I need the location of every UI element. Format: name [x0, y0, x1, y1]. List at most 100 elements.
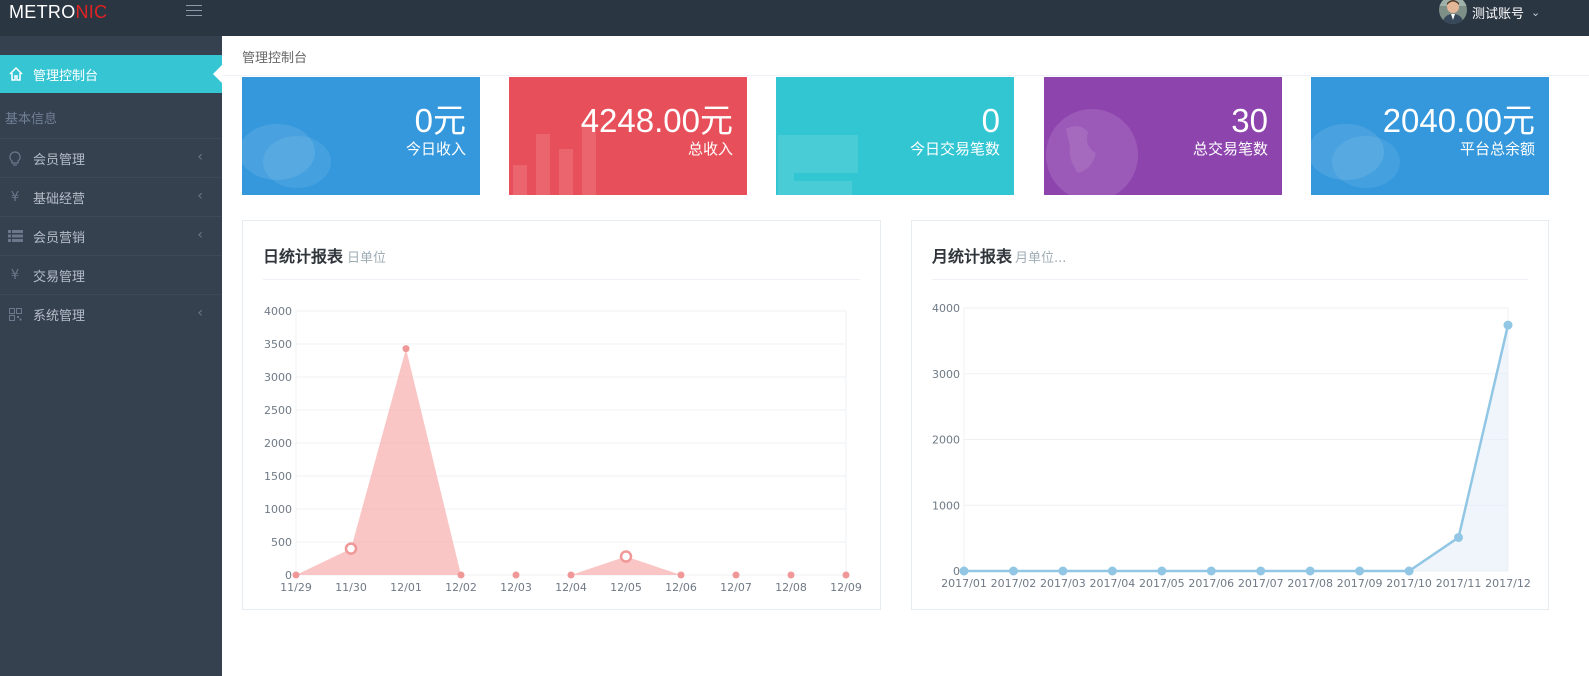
- x-tick-label: 12/02: [445, 581, 477, 594]
- sidebar-item-transactions[interactable]: ¥ 交易管理: [0, 255, 222, 294]
- sidebar-item-system[interactable]: 系统管理 ‹: [0, 294, 222, 333]
- username: 测试账号: [1472, 6, 1525, 22]
- top-navbar: METRONIC 测试账号 ⌄: [0, 0, 1589, 36]
- sidebar-item-label: 管理控制台: [33, 68, 99, 84]
- series-line: [964, 324, 1510, 573]
- stat-card-today-income[interactable]: 0元 今日收入: [242, 77, 480, 195]
- stat-number: 0: [981, 102, 1000, 139]
- stat-card-today-transactions[interactable]: 0 今日交易笔数: [776, 77, 1014, 195]
- data-point: [512, 571, 520, 579]
- x-tick-label: 2017/02: [991, 577, 1037, 590]
- data-point: [1256, 566, 1266, 576]
- y-tick-label: 1000: [264, 503, 292, 516]
- y-tick-label: 2000: [932, 434, 960, 447]
- daily-report-panel: 日统计报表 日单位 0 500 1000 1500 2000 2500 3000 3500 40…: [242, 220, 881, 610]
- y-tick-label: 500: [271, 536, 292, 549]
- x-tick-label: 12/05: [610, 581, 642, 594]
- sidebar-item-label: 系统管理: [33, 308, 86, 324]
- x-tick-label: 12/01: [390, 581, 422, 594]
- sidebar-item-members[interactable]: 会员管理 ‹: [0, 138, 222, 177]
- data-point: [1404, 566, 1414, 576]
- stat-card-platform-balance[interactable]: 2040.00元 平台总余额: [1311, 77, 1549, 195]
- y-tick-label: 3500: [264, 338, 292, 351]
- brand-logo[interactable]: METRONIC: [9, 2, 107, 23]
- y-tick-label: 3000: [264, 371, 292, 384]
- stat-label: 今日交易笔数: [909, 140, 1000, 158]
- stat-label: 平台总余额: [1459, 140, 1535, 158]
- home-icon: [9, 66, 23, 81]
- data-point: [1157, 566, 1167, 576]
- yen-icon: ¥: [10, 267, 20, 283]
- monthly-line-chart: 010002000300040002017/01 2017/02 2017/03 20…: [932, 302, 1531, 590]
- active-indicator: [213, 65, 222, 83]
- stat-label: 今日收入: [405, 140, 466, 158]
- page-bar: 管理控制台: [222, 36, 1589, 76]
- data-point: [402, 345, 410, 353]
- user-menu[interactable]: 测试账号 ⌄: [1439, 0, 1540, 24]
- data-point: [1503, 320, 1513, 330]
- shopping-cart-icon: [778, 135, 858, 195]
- x-tick-label: 2017/11: [1436, 577, 1482, 590]
- x-tick-label: 2017/08: [1287, 577, 1333, 590]
- stat-number: 2040.00元: [1382, 102, 1535, 139]
- sidebar-item-label: 交易管理: [33, 269, 86, 285]
- chevron-down-icon: ⌄: [1531, 5, 1541, 19]
- sidebar-item-basic-operations[interactable]: ¥ 基础经营 ‹: [0, 177, 222, 216]
- sidebar-heading: 基本信息: [5, 112, 58, 127]
- x-tick-label: 2017/07: [1238, 577, 1284, 590]
- series-area: [296, 348, 846, 575]
- y-tick-label: 1000: [932, 499, 960, 512]
- x-tick-label: 2017/12: [1485, 577, 1531, 590]
- sidebar-item-label: 会员营销: [33, 230, 86, 246]
- list-icon: [6, 230, 24, 242]
- data-point: [959, 566, 969, 576]
- data-point: [344, 542, 358, 555]
- data-point: [619, 550, 633, 563]
- y-tick-label: 2000: [264, 437, 292, 450]
- stat-number: 30: [1231, 102, 1268, 139]
- sidebar-item-member-marketing[interactable]: 会员营销 ‹: [0, 216, 222, 255]
- x-tick-label: 2017/10: [1386, 577, 1432, 590]
- stat-label: 总收入: [687, 140, 733, 158]
- breadcrumb[interactable]: 管理控制台: [242, 47, 307, 66]
- y-tick-label: 4000: [264, 305, 292, 318]
- series-area: [964, 325, 1508, 571]
- data-point: [677, 571, 685, 579]
- data-point: [1008, 566, 1018, 576]
- data-point: [732, 571, 740, 579]
- stat-number: 4248.00元: [580, 102, 733, 139]
- y-tick-label: 4000: [932, 302, 960, 315]
- lightbulb-icon: [6, 150, 24, 166]
- x-tick-label: 12/04: [555, 581, 587, 594]
- x-tick-label: 2017/09: [1337, 577, 1383, 590]
- monthly-report-panel: 月统计报表 月单位... 0 1000 2000 3000 4000 2017/01 201…: [911, 220, 1549, 610]
- stat-card-total-income[interactable]: 4248.00元 总收入: [509, 77, 747, 195]
- stat-card-total-transactions[interactable]: 30 总交易笔数: [1044, 77, 1282, 195]
- data-point: [1058, 566, 1068, 576]
- x-tick-label: 12/03: [500, 581, 532, 594]
- chevron-left-icon: ‹: [197, 188, 203, 204]
- y-tick-label: 2500: [264, 404, 292, 417]
- sidebar-item-label: 基础经营: [33, 191, 86, 207]
- data-point: [787, 571, 795, 579]
- y-tick-label: 3000: [932, 368, 960, 381]
- x-tick-label: 12/06: [665, 581, 697, 594]
- data-point: [1355, 566, 1365, 576]
- menu-toggle-icon[interactable]: [186, 5, 202, 17]
- chevron-left-icon: ‹: [197, 149, 203, 165]
- data-point: [842, 571, 850, 579]
- brand-logo-accent: NIC: [75, 2, 108, 22]
- qrcode-icon: [6, 307, 24, 321]
- yen-icon: ¥: [10, 189, 20, 205]
- x-tick-label: 2017/05: [1139, 577, 1185, 590]
- data-point: [292, 571, 300, 579]
- sidebar-item-dashboard[interactable]: 管理控制台: [0, 55, 222, 93]
- avatar: [1439, 0, 1467, 24]
- data-point: [1206, 566, 1216, 576]
- stat-number: 0元: [414, 102, 466, 139]
- chevron-left-icon: ‹: [197, 227, 203, 243]
- data-point: [567, 571, 575, 579]
- x-tick-label: 11/30: [335, 581, 367, 594]
- sidebar-item-label: 会员管理: [33, 152, 86, 168]
- stat-label: 总交易笔数: [1192, 140, 1268, 158]
